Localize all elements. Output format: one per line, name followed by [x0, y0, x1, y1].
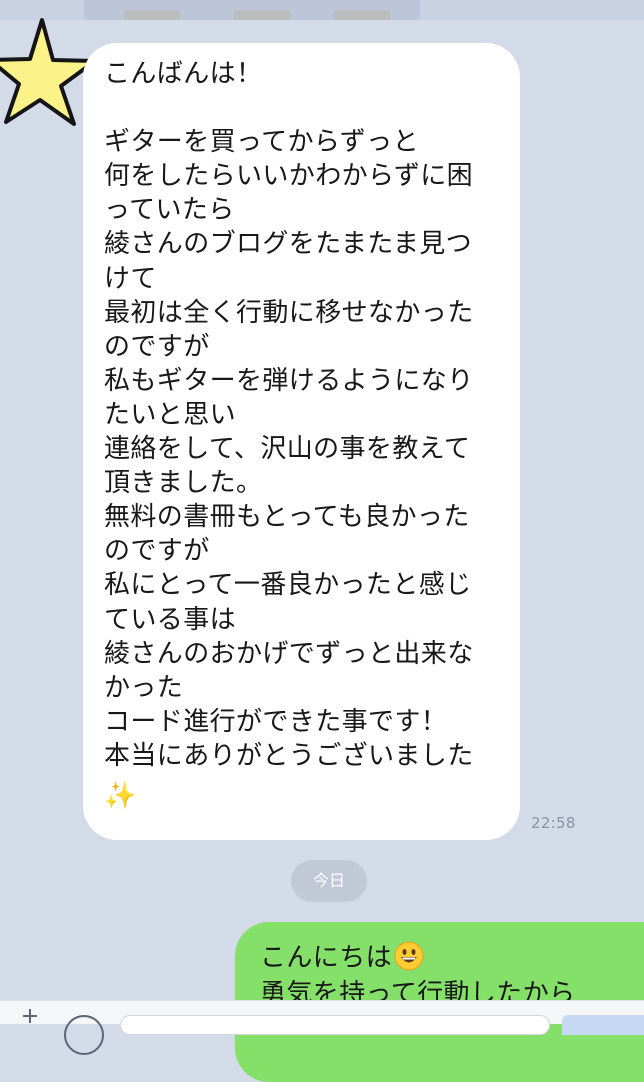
message-line: かった	[104, 672, 184, 703]
message-line: 何をしたらいいかわからずに困	[104, 161, 474, 192]
message-line: こんにちは	[260, 940, 644, 976]
sparkles-emoji: ✨	[104, 780, 137, 811]
message-line: のですが	[104, 536, 210, 567]
plus-icon[interactable]	[22, 1007, 38, 1023]
send-button[interactable]	[562, 1015, 644, 1035]
grinning-face-icon	[394, 941, 424, 971]
message-line: 私にとって一番良かったと感じ	[104, 570, 472, 601]
message-line-blank	[104, 91, 496, 125]
message-line-text: こんにちは	[260, 943, 393, 973]
date-separator: 今日	[291, 860, 367, 902]
previous-message-edge	[84, 0, 420, 20]
message-line: 私もギターを弾けるようになり	[104, 365, 474, 396]
incoming-message-bubble: こんばんは！ ギターを買ってからずっと 何をしたらいいかわからずに困 っていたら…	[83, 43, 520, 840]
message-line: 本当にありがとうございました	[104, 740, 474, 771]
stamp-icon[interactable]	[64, 1015, 104, 1055]
message-timestamp: 22:58	[531, 814, 576, 832]
message-line: 綾さんのおかげでずっと出来な	[104, 638, 474, 669]
message-line: 無料の書冊もとっても良かった	[104, 502, 470, 533]
message-line: コード進行ができた事です！	[104, 706, 448, 737]
message-input[interactable]	[120, 1015, 550, 1035]
message-line: のですが	[104, 331, 210, 362]
message-line: ギターを買ってからずっと	[104, 127, 419, 158]
message-line: 綾さんのブログをたまたま見つ	[104, 229, 473, 260]
message-input-bar	[0, 1000, 644, 1055]
message-line: 頂きました。	[104, 468, 263, 499]
message-line: 連絡をして、沢山の事を教えて	[104, 434, 471, 465]
message-line: けて	[104, 263, 157, 294]
message-line: ている事は	[104, 604, 237, 635]
message-line: っていたら	[104, 195, 235, 226]
message-line: こんばんは！	[104, 59, 263, 89]
message-line: たいと思い	[104, 399, 237, 430]
message-line: 最初は全く行動に移せなかった	[104, 297, 474, 328]
